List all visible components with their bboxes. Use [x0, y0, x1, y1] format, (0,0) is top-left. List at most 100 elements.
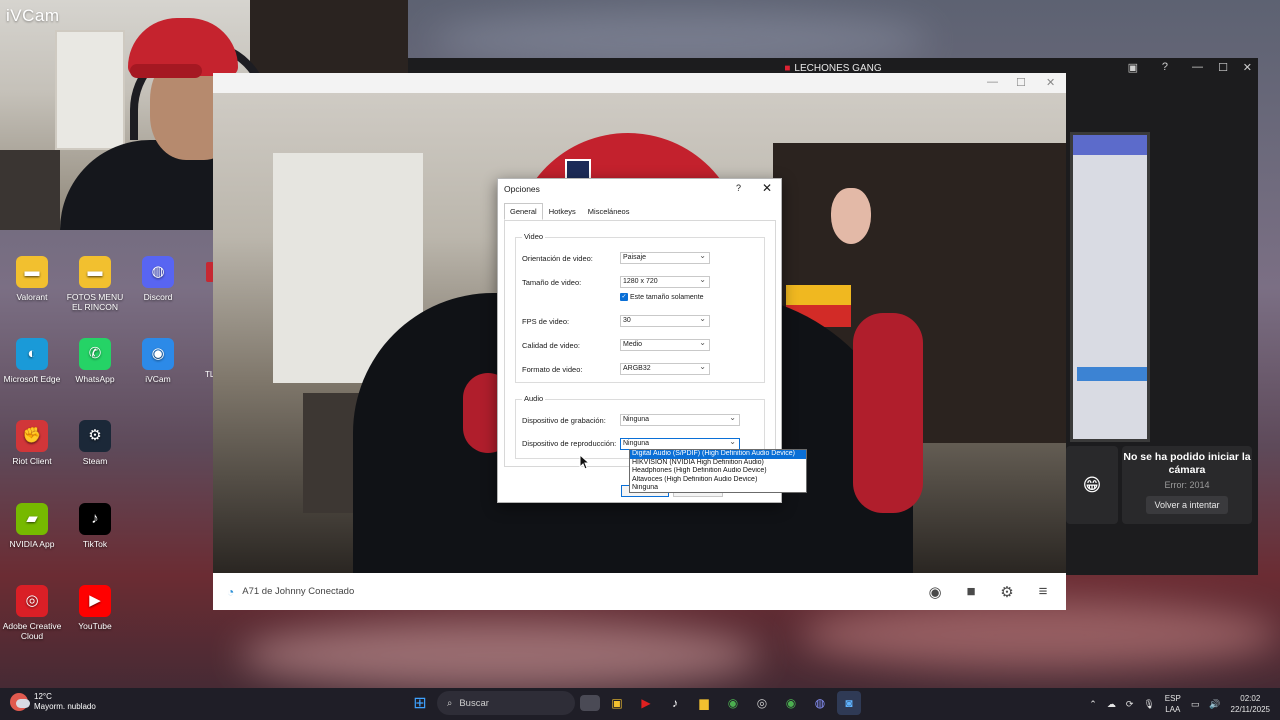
desktop-icon-label: YouTube	[78, 621, 112, 631]
language-code: ESP	[1164, 694, 1181, 703]
desktop-icon-label: Adobe Creative Cloud	[2, 621, 62, 641]
camera-error-card: No se ha podido iniciar la cámara Error:…	[1122, 446, 1252, 524]
cloud-icon[interactable]: ☁	[1107, 699, 1116, 710]
close-icon[interactable]: ✕	[1046, 76, 1055, 89]
tab-miscellaneous[interactable]: Misceláneos	[582, 203, 636, 220]
quality-select[interactable]: Medio	[620, 338, 710, 351]
sync-icon[interactable]: ⟳	[1126, 699, 1134, 710]
dropdown-option[interactable]: Ninguna	[630, 484, 806, 493]
audio-group-title: Audio	[522, 394, 546, 403]
dropdown-option[interactable]: Headphones (High Definition Audio Device…	[630, 467, 806, 476]
desktop-icon-label: Discord	[143, 292, 173, 302]
system-tray: ⌃ ☁ ⟳ 🎙 ESP LAA ▭ 🔊 02:02 22/11/2025	[1089, 693, 1270, 715]
chrome-icon[interactable]: ◉	[721, 691, 745, 715]
general-panel: Video Orientación de video: Paisaje Tama…	[504, 220, 776, 467]
discord-icon[interactable]: ◍	[808, 691, 832, 715]
recording-device-select[interactable]: Ninguna	[620, 413, 740, 426]
desktop-icon[interactable]: ▰ NVIDIA App	[0, 503, 64, 549]
menu-icon[interactable]: ≡	[1032, 583, 1054, 601]
dropdown-option[interactable]: HIKVISION (NVIDIA High Definition Audio)	[630, 459, 806, 468]
desktop-icon[interactable]: ◍ Discord	[126, 256, 190, 302]
tiktok-icon[interactable]: ♪	[663, 691, 687, 715]
keyboard-layout: LAA	[1165, 705, 1181, 714]
settings-icon[interactable]: ⚙	[996, 583, 1018, 601]
desktop-app-icon: ✆	[79, 338, 111, 370]
help-icon[interactable]: ?	[1162, 61, 1168, 73]
desktop-icon[interactable]: ▬ Valorant	[0, 256, 64, 302]
desktop-icon[interactable]: ✊ Riot Client	[0, 420, 64, 466]
file-explorer-icon[interactable]: ▆	[692, 691, 716, 715]
desktop-icon[interactable]: ▶ YouTube	[63, 585, 127, 631]
weather-widget[interactable]: 12°C Mayorm. nublado	[10, 692, 96, 712]
maximize-icon[interactable]: ☐	[1218, 61, 1228, 74]
jacket-red-panel	[853, 313, 923, 513]
ivcam-status-bar: ◔ A71 de Johnny Conectado ◉ ■ ⚙ ≡	[213, 573, 1066, 610]
store-icon[interactable]: ▣	[605, 691, 629, 715]
language-indicator[interactable]: ESP LAA	[1165, 693, 1181, 715]
clock[interactable]: 02:02 22/11/2025	[1231, 693, 1270, 715]
dropdown-option[interactable]: Altavoces (High Definition Audio Device)	[630, 476, 806, 485]
orientation-label: Orientación de video:	[522, 254, 593, 263]
error-code: Error: 2014	[1164, 480, 1210, 490]
size-only-checkbox[interactable]: ✓ Este tamaño solamente	[620, 293, 704, 301]
maximize-icon[interactable]: ☐	[1016, 76, 1026, 89]
recording-device-label: Dispositivo de grabación:	[522, 416, 606, 425]
chevron-up-icon[interactable]: ⌃	[1089, 699, 1097, 710]
dropdown-option[interactable]: Digital Audio (S/PDIF) (High Definition …	[630, 450, 806, 459]
taskbar: 12°C Mayorm. nublado ⊞ ⌕ Buscar ▣ ▶ ♪ ▆ …	[0, 688, 1280, 720]
toolbar: ◉ ■ ⚙ ≡	[924, 583, 1054, 601]
microphone-icon[interactable]: 🎙	[1143, 699, 1154, 710]
screen-share-icon[interactable]: ▣	[1128, 61, 1138, 74]
desktop-icon-label: FOTOS MENU EL RINCON	[66, 292, 124, 312]
playback-device-dropdown[interactable]: Digital Audio (S/PDIF) (High Definition …	[629, 449, 807, 493]
search-input[interactable]: ⌕ Buscar	[437, 691, 575, 715]
ivcam-taskbar-icon[interactable]: ◙	[837, 691, 861, 715]
desktop-icon[interactable]: ◉ iVCam	[126, 338, 190, 384]
youtube-icon[interactable]: ▶	[634, 691, 658, 715]
window-title: LECHONES GANG	[794, 62, 882, 74]
dialog-title: Opciones	[504, 184, 540, 194]
desktop-icon-label: iVCam	[145, 374, 171, 384]
network-icon[interactable]: ▭	[1191, 699, 1200, 710]
close-icon[interactable]: ✕	[1243, 61, 1252, 74]
desktop-app-icon: ▶	[79, 585, 111, 617]
size-select[interactable]: 1280 x 720	[620, 275, 710, 288]
orientation-select[interactable]: Paisaje	[620, 251, 710, 264]
volume-icon[interactable]: 🔊	[1209, 699, 1220, 710]
close-button[interactable]: ✕	[762, 181, 772, 195]
tab-general[interactable]: General	[504, 203, 543, 220]
desktop-icon[interactable]: ◎ Adobe Creative Cloud	[0, 585, 64, 641]
cloud	[240, 620, 760, 690]
fps-select[interactable]: 30	[620, 314, 710, 327]
fps-label: FPS de video:	[522, 317, 570, 326]
help-button[interactable]: ?	[736, 183, 741, 193]
app-icon[interactable]: ◎	[750, 691, 774, 715]
camera-icon[interactable]: ◉	[924, 583, 946, 601]
reaction-card: 😁	[1066, 446, 1118, 524]
format-select[interactable]: ARGB32	[620, 362, 710, 375]
ivcam-titlebar: — ☐ ✕	[213, 73, 1066, 93]
task-view-icon[interactable]	[580, 695, 600, 711]
mouse-cursor-icon	[579, 454, 591, 470]
cloud	[800, 600, 1280, 670]
windows-start-icon[interactable]: ⊞	[408, 691, 432, 715]
connection-status: A71 de Johnny Conectado	[242, 586, 355, 597]
weather-description: Mayorm. nublado	[34, 702, 96, 711]
video-group: Video Orientación de video: Paisaje Tama…	[515, 232, 765, 383]
desktop-app-icon: ⚙	[79, 420, 111, 452]
desktop-icon[interactable]: ⚙ Steam	[63, 420, 127, 466]
clock-time: 02:02	[1240, 694, 1261, 703]
desktop-icon[interactable]: ♪ TikTok	[63, 503, 127, 549]
desktop-app-icon: ◉	[142, 338, 174, 370]
tab-hotkeys[interactable]: Hotkeys	[543, 203, 582, 220]
retry-button[interactable]: Volver a intentar	[1146, 496, 1228, 514]
chrome-profile-icon[interactable]: ◉	[779, 691, 803, 715]
desktop-icon[interactable]: ▬ FOTOS MENU EL RINCON	[63, 256, 127, 312]
shared-screen-thumbnail	[1070, 132, 1150, 442]
minimize-icon[interactable]: —	[1192, 61, 1203, 73]
desktop-icon[interactable]: ◐ Microsoft Edge	[0, 338, 64, 384]
minimize-icon[interactable]: —	[987, 76, 998, 88]
desktop-icon[interactable]: ✆ WhatsApp	[63, 338, 127, 384]
taskbar-center: ⊞ ⌕ Buscar ▣ ▶ ♪ ▆ ◉ ◎ ◉ ◍ ◙	[408, 691, 861, 715]
video-icon[interactable]: ■	[960, 583, 982, 601]
